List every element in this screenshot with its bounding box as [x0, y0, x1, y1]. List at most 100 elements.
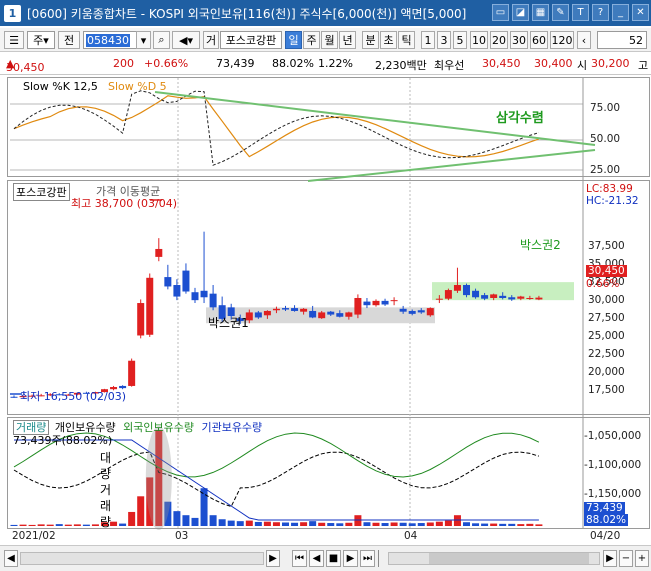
volume-bar — [263, 521, 271, 526]
low-marker-label: 최저 16,550 (02/03) — [20, 390, 127, 403]
stop-icon[interactable]: ■ — [326, 550, 341, 567]
candle-body — [481, 295, 489, 299]
candle-body — [381, 300, 389, 305]
candle-body — [336, 313, 344, 317]
candle-body — [272, 308, 280, 311]
x-label-2021-02: 2021/02 — [12, 530, 56, 542]
volume-bar — [354, 515, 362, 526]
volume-bar — [191, 517, 199, 526]
candle-body — [499, 295, 507, 298]
candle-body — [191, 292, 199, 301]
candle-body — [517, 296, 525, 299]
volume-bar — [490, 523, 498, 526]
volume-bar — [327, 523, 335, 526]
volume-bar — [318, 522, 326, 526]
candle-body — [309, 310, 317, 318]
zoom-out-icon[interactable]: − — [619, 550, 633, 567]
bottom-scroll-bar: ◀ ▶ ⏮ ◀ ■ ▶ ⏭ ▶ − + — [0, 545, 651, 571]
volume-info: 73,439주(88.02%) — [13, 434, 113, 447]
big-volume-label: 대량거래량 — [100, 451, 112, 529]
last-icon[interactable]: ⏭ — [360, 550, 375, 567]
legend-institution: 기관보유수량 — [201, 421, 263, 434]
candle-body — [164, 277, 172, 287]
candle-body — [453, 285, 461, 291]
candle-body — [363, 301, 371, 306]
scroll-left-arrow-icon[interactable]: ◀ — [4, 550, 18, 567]
candle-body — [526, 297, 534, 299]
candle-body — [137, 303, 145, 336]
volume-bar — [137, 496, 145, 526]
candle-body — [408, 310, 416, 314]
stoch-axis-50: 50.00 — [590, 133, 621, 145]
volume-bar — [417, 523, 425, 526]
last-volume-tag: 73,439 — [584, 502, 625, 514]
zoom-in-icon[interactable]: + — [635, 550, 649, 567]
stoch-d-line — [13, 95, 540, 158]
individual-holdings-line — [13, 451, 540, 508]
first-icon[interactable]: ⏮ — [292, 550, 307, 567]
x-label-0420: 04/20 — [590, 530, 621, 542]
volume-bar — [291, 522, 299, 526]
volume-bar — [10, 524, 18, 526]
volume-bar — [390, 522, 398, 526]
divider — [378, 550, 382, 567]
volume-bar — [300, 522, 308, 526]
price-axis-25000: 25,000 — [588, 329, 625, 342]
volume-bar — [345, 522, 353, 526]
candle-body — [327, 311, 335, 315]
candle-body — [282, 308, 289, 310]
legend-foreign: 외국인보유수량 — [123, 421, 194, 434]
zoom-right-icon[interactable]: ▶ — [603, 550, 617, 567]
zoom-track[interactable] — [388, 552, 600, 565]
volume-bar — [272, 522, 280, 526]
hc-value: HC:-21.32 — [586, 195, 639, 207]
volume-bar — [309, 521, 317, 526]
volume-bar — [200, 488, 208, 526]
stoch-k-legend: Slow %K 12,5 — [23, 80, 98, 93]
volume-bar — [37, 524, 45, 526]
volume-bar — [336, 523, 344, 526]
volume-bar — [535, 524, 543, 526]
volume-bar — [399, 522, 407, 526]
volume-axis-1100000: -1,100,000 — [584, 459, 642, 471]
volume-bar — [209, 515, 217, 526]
box2-label: 박스권2 — [520, 238, 561, 252]
volume-bar — [182, 515, 190, 526]
price-axis-27500: 27,500 — [588, 311, 625, 324]
volume-bar — [481, 523, 489, 526]
volume-bar — [173, 511, 181, 526]
stoch-axis-75: 75.00 — [590, 102, 621, 114]
volume-bar — [381, 523, 389, 526]
candle-body — [263, 310, 271, 316]
price-axis-20000: 20,000 — [588, 365, 625, 378]
candle-body — [182, 270, 190, 292]
price-axis-17500: 17,500 — [588, 384, 625, 396]
volume-bar — [472, 523, 480, 526]
price-axis-30000: 30,000 — [588, 293, 625, 306]
volume-bar — [508, 523, 516, 526]
candle-body — [209, 293, 217, 308]
volume-bar — [254, 521, 262, 526]
next-icon[interactable]: ▶ — [343, 550, 358, 567]
candle-body — [345, 312, 353, 317]
prev-icon[interactable]: ◀ — [309, 550, 324, 567]
candle-body — [444, 290, 452, 299]
candle-body — [508, 297, 516, 300]
scroll-right-arrow-icon[interactable]: ▶ — [266, 550, 280, 567]
volume-bar — [128, 511, 136, 526]
volume-bar — [19, 524, 27, 526]
candle-body — [472, 290, 480, 298]
x-label-03: 03 — [175, 530, 189, 542]
candle-body — [10, 396, 18, 398]
institution-holdings-line — [14, 439, 539, 521]
triangle-annotation: 삼각수렴 — [496, 111, 544, 126]
scroll-track[interactable] — [20, 552, 264, 565]
last-price-tag: 30,450 — [586, 265, 627, 277]
price-axis-37500: 37,500 — [588, 239, 625, 252]
volume-bar — [119, 523, 127, 526]
volume-bar — [408, 523, 416, 526]
volume-bar — [435, 521, 443, 526]
volume-bar — [282, 522, 289, 526]
volume-axis-1050000: -1,050,000 — [584, 430, 642, 442]
candle-body — [399, 308, 407, 312]
